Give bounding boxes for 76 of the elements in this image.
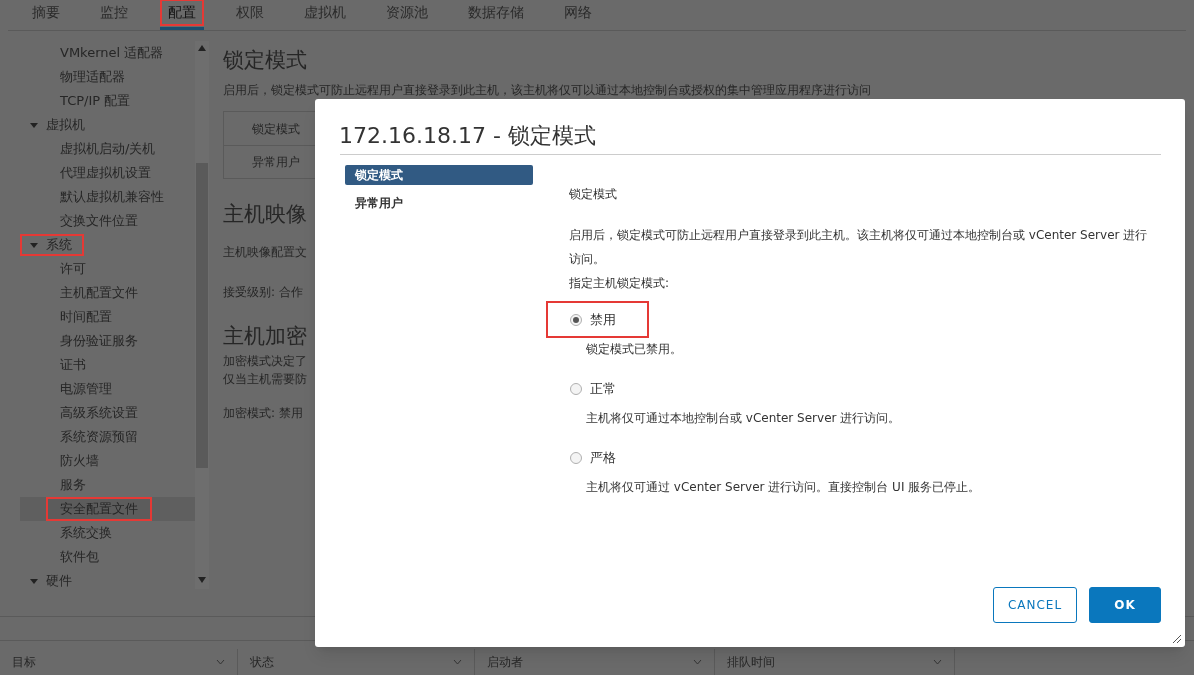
sidebar-item[interactable]: 防火墙 bbox=[46, 449, 113, 473]
column-header[interactable]: 排队时间 bbox=[715, 649, 955, 675]
scroll-up-icon[interactable] bbox=[198, 45, 206, 51]
sidebar-item[interactable]: 物理适配器 bbox=[46, 65, 139, 89]
cancel-button[interactable]: CANCEL bbox=[993, 587, 1077, 623]
section-text: 仅当主机需要防 bbox=[223, 371, 307, 388]
tab[interactable]: 权限 bbox=[228, 0, 272, 26]
sidebar-item[interactable]: 默认虚拟机兼容性 bbox=[46, 185, 178, 209]
section-text: 加密模式: 禁用 bbox=[223, 405, 303, 422]
radio-option[interactable]: 严格 bbox=[546, 439, 649, 476]
section-heading: 主机映像 bbox=[223, 201, 307, 228]
radio-button[interactable] bbox=[570, 313, 582, 326]
group-label: 硬件 bbox=[46, 572, 72, 591]
tab[interactable]: 网络 bbox=[556, 0, 600, 26]
column-header[interactable]: 状态 bbox=[238, 649, 475, 675]
option-description: 主机将仅可通过 vCenter Server 进行访问。直接控制台 UI 服务已停止。 bbox=[586, 479, 981, 496]
collapse-icon[interactable] bbox=[30, 577, 38, 585]
group-label: 系统 bbox=[46, 236, 72, 255]
dialog-nav-item[interactable]: 异常用户 bbox=[345, 193, 533, 213]
chevron-down-icon[interactable] bbox=[693, 659, 702, 665]
sidebar-item[interactable]: 系统资源预留 bbox=[46, 425, 152, 449]
scrollbar[interactable] bbox=[195, 41, 209, 589]
dialog-title: 172.16.18.17 - 锁定模式 bbox=[339, 122, 596, 150]
radio-button[interactable] bbox=[570, 382, 582, 395]
tab[interactable]: 资源池 bbox=[378, 0, 436, 26]
option-description: 主机将仅可通过本地控制台或 vCenter Server 进行访问。 bbox=[586, 410, 901, 427]
column-label: 启动者 bbox=[487, 654, 523, 671]
sidebar-item[interactable]: 高级系统设置 bbox=[46, 401, 152, 425]
radio-button[interactable] bbox=[570, 451, 582, 464]
page-title: 锁定模式 bbox=[223, 47, 308, 74]
tree-group[interactable]: 系统 bbox=[20, 234, 84, 256]
column-label: 排队时间 bbox=[727, 654, 775, 671]
sidebar-item[interactable]: 主机配置文件 bbox=[46, 281, 152, 305]
section-label: 锁定模式 bbox=[569, 186, 618, 203]
ok-button[interactable]: OK bbox=[1089, 587, 1161, 623]
page-description: 启用后，锁定模式可防止远程用户直接登录到此主机，该主机将仅可以通过本地控制台或授权的集中管理应用程序进行访问 bbox=[223, 82, 872, 99]
sidebar-item[interactable]: 虚拟机启动/关机 bbox=[46, 137, 170, 161]
chevron-down-icon[interactable] bbox=[453, 659, 462, 665]
prompt-text: 指定主机锁定模式: bbox=[569, 275, 671, 292]
sidebar-item[interactable]: 时间配置 bbox=[46, 305, 126, 329]
collapse-icon[interactable] bbox=[30, 241, 38, 249]
column-header[interactable]: 启动者 bbox=[475, 649, 715, 675]
column-header[interactable]: 目标 bbox=[0, 649, 238, 675]
sidebar-item[interactable]: 代理虚拟机设置 bbox=[46, 161, 165, 185]
tree-group[interactable]: 虚拟机 bbox=[20, 114, 97, 136]
sidebar-item[interactable]: 服务 bbox=[46, 473, 100, 497]
scroll-down-icon[interactable] bbox=[198, 577, 206, 583]
radio-option[interactable]: 禁用 bbox=[546, 301, 649, 338]
section-text: 接受级别: 合作 bbox=[223, 283, 303, 301]
dialog-nav-item[interactable]: 锁定模式 bbox=[345, 165, 533, 185]
column-label: 状态 bbox=[250, 654, 274, 671]
chevron-down-icon[interactable] bbox=[216, 659, 225, 665]
sidebar-item[interactable]: 电源管理 bbox=[46, 377, 126, 401]
sidebar-item[interactable]: 软件包 bbox=[46, 545, 113, 569]
section-heading: 主机加密 bbox=[223, 322, 307, 350]
lockdown-description: 启用后，锁定模式可防止远程用户直接登录到此主机。该主机将仅可通过本地控制台或 vCenter Server 进行访问。 bbox=[569, 227, 1149, 268]
sidebar-item[interactable]: 身份验证服务 bbox=[46, 329, 152, 353]
section-text: 加密模式决定了 bbox=[223, 353, 307, 370]
sidebar-item[interactable]: TCP/IP 配置 bbox=[46, 89, 145, 113]
tab[interactable]: 数据存储 bbox=[460, 0, 532, 26]
sidebar-item[interactable]: 证书 bbox=[46, 353, 100, 377]
sidebar-item[interactable]: VMkernel 适配器 bbox=[46, 41, 178, 65]
column-label: 目标 bbox=[12, 654, 36, 671]
option-description: 锁定模式已禁用。 bbox=[586, 341, 682, 358]
resize-grip-icon[interactable] bbox=[1173, 635, 1181, 643]
sidebar-item[interactable]: 交换文件位置 bbox=[46, 209, 152, 233]
tab[interactable]: 摘要 bbox=[24, 0, 68, 26]
tree-group[interactable]: 硬件 bbox=[20, 570, 84, 592]
tab[interactable]: 虚拟机 bbox=[296, 0, 354, 26]
tab[interactable]: 监控 bbox=[92, 0, 136, 26]
group-label: 虚拟机 bbox=[46, 116, 85, 135]
sidebar-item[interactable]: 许可 bbox=[46, 257, 100, 281]
chevron-down-icon[interactable] bbox=[933, 659, 942, 665]
collapse-icon[interactable] bbox=[30, 121, 38, 129]
sidebar-item[interactable]: 系统交换 bbox=[46, 521, 126, 545]
radio-option[interactable]: 正常 bbox=[546, 370, 649, 407]
